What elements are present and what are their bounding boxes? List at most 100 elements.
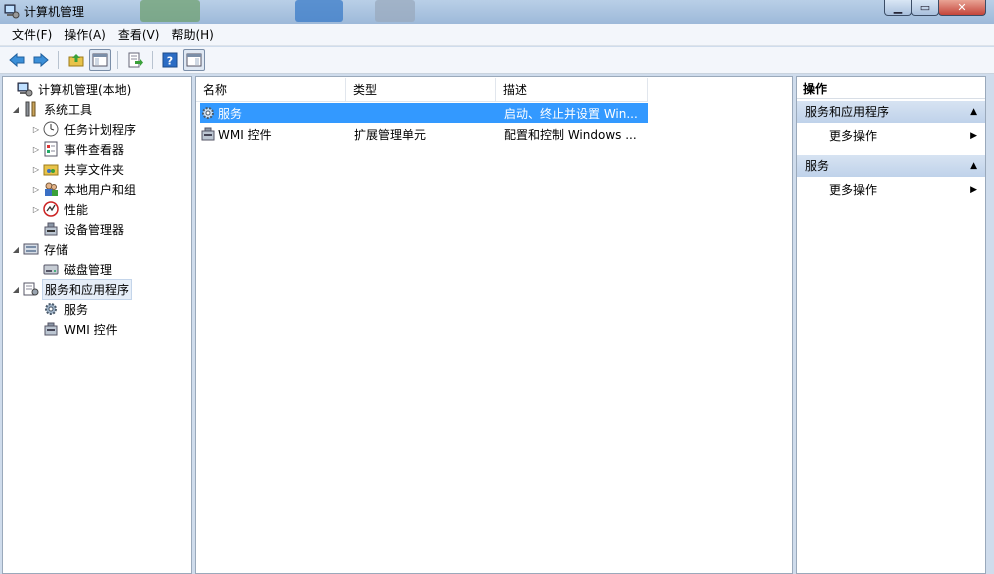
back-arrow-icon <box>9 52 25 68</box>
submenu-arrow-icon: ▶ <box>970 185 977 195</box>
show-hide-action-pane-icon <box>186 53 202 67</box>
tree-item-event-viewer[interactable]: ▷ 事件查看器 <box>31 139 126 159</box>
list-header: 名称 类型 描述 <box>196 78 648 102</box>
help-button[interactable]: ? <box>159 49 181 71</box>
action-section-title: 服务 <box>805 159 830 173</box>
tree-item-label: 服务 <box>64 302 89 317</box>
toolbar: ? <box>0 47 994 74</box>
toolbar-separator <box>58 51 59 69</box>
expand-triangle-icon[interactable]: ▷ <box>31 185 41 194</box>
forward-arrow-icon <box>33 52 49 68</box>
menu-bar: 文件(F) 操作(A) 查看(V) 帮助(H) <box>0 24 994 46</box>
row-description: 配置和控制 Windows ... <box>504 127 637 142</box>
submenu-arrow-icon: ▶ <box>970 131 977 141</box>
tree-item-storage[interactable]: ◢ 存储 <box>11 239 70 259</box>
action-section-services-and-applications[interactable]: 服务和应用程序 ▲ <box>797 101 985 123</box>
background-thumbnail <box>140 0 200 22</box>
event-viewer-icon <box>44 141 58 157</box>
expand-triangle-icon[interactable]: ▷ <box>31 165 41 174</box>
expand-triangle-icon[interactable]: ▷ <box>31 125 41 134</box>
menu-file[interactable]: 文件(F) <box>6 24 58 46</box>
tree-item-shared-folders[interactable]: ▷ 共享文件夹 <box>31 159 126 179</box>
row-type: 扩展管理单元 <box>354 127 427 142</box>
tree-item-label: 磁盘管理 <box>64 262 113 277</box>
expand-triangle-icon[interactable]: ▷ <box>31 205 41 214</box>
device-manager-icon <box>44 222 58 236</box>
results-pane: 名称 类型 描述 服务 启动、终止并设置 Win... WMI 控件 扩展管理单… <box>195 76 793 574</box>
computer-management-icon <box>4 4 20 19</box>
list-cell-name: WMI 控件 <box>200 126 350 143</box>
close-button[interactable]: ✕ <box>938 0 986 16</box>
collapse-up-icon[interactable]: ▲ <box>970 101 977 123</box>
tree-item-label: 设备管理器 <box>64 222 125 237</box>
show-hide-tree-button[interactable] <box>89 49 111 71</box>
gear-icon <box>202 107 214 119</box>
svg-text:?: ? <box>167 55 173 68</box>
title-bar: 计算机管理 ▁ ▭ ✕ <box>0 0 994 24</box>
more-actions-label: 更多操作 <box>829 129 878 143</box>
tree-item-label: WMI 控件 <box>64 322 118 337</box>
disk-icon <box>43 264 59 275</box>
services-apps-icon <box>23 282 39 296</box>
minimize-button[interactable]: ▁ <box>884 0 912 16</box>
export-list-button[interactable] <box>124 49 146 71</box>
row-description: 启动、终止并设置 Win... <box>504 106 638 121</box>
forward-button[interactable] <box>30 49 52 71</box>
more-actions-link[interactable]: 更多操作 ▶ <box>797 125 985 147</box>
action-section-title: 服务和应用程序 <box>805 105 890 119</box>
row-name: 服务 <box>218 106 243 121</box>
menu-action[interactable]: 操作(A) <box>58 24 112 46</box>
list-row[interactable]: 服务 启动、终止并设置 Win... <box>200 103 648 123</box>
window-title: 计算机管理 <box>24 5 85 19</box>
more-actions-link[interactable]: 更多操作 ▶ <box>797 179 985 201</box>
tree-item-label: 服务和应用程序 <box>42 278 133 300</box>
show-hide-tree-icon <box>92 53 108 67</box>
storage-icon <box>23 243 39 255</box>
back-button[interactable] <box>6 49 28 71</box>
tree-item-label: 事件查看器 <box>64 142 125 157</box>
maximize-button[interactable]: ▭ <box>911 0 939 16</box>
tree-item-label: 任务计划程序 <box>64 122 137 137</box>
menu-help[interactable]: 帮助(H) <box>165 24 219 46</box>
action-pane-title: 操作 <box>797 79 985 99</box>
collapse-triangle-icon[interactable]: ◢ <box>11 245 21 254</box>
up-folder-icon <box>68 54 84 67</box>
wmi-icon <box>44 322 58 336</box>
help-icon: ? <box>162 52 178 68</box>
tree-item-task-scheduler[interactable]: ▷ 任务计划程序 <box>31 119 138 139</box>
more-actions-label: 更多操作 <box>829 183 878 197</box>
collapse-up-icon[interactable]: ▲ <box>970 155 977 177</box>
collapse-triangle-icon[interactable]: ◢ <box>11 285 21 294</box>
list-row[interactable]: WMI 控件 扩展管理单元 配置和控制 Windows ... <box>200 124 648 144</box>
export-list-icon <box>128 52 143 68</box>
collapse-triangle-icon[interactable]: ◢ <box>11 105 21 114</box>
tree-item-label: 本地用户和组 <box>64 182 137 197</box>
tree-item-local-users-groups[interactable]: ▷ 本地用户和组 <box>31 179 138 199</box>
tree-item-services-and-applications[interactable]: ◢ 服务和应用程序 <box>11 278 133 300</box>
console-tree: 计算机管理(本地) ◢ 系统工具 ▷ 任务计划程序 ▷ 事件查看器 ▷ 共享文件… <box>2 76 192 574</box>
performance-icon <box>43 201 59 217</box>
row-name: WMI 控件 <box>218 127 272 142</box>
tree-item-device-manager[interactable]: 设备管理器 <box>31 219 126 239</box>
column-header-description[interactable]: 描述 <box>496 78 648 102</box>
tree-item-performance[interactable]: ▷ 性能 <box>31 199 90 219</box>
tree-item-label: 共享文件夹 <box>64 162 125 177</box>
up-one-level-button[interactable] <box>65 49 87 71</box>
column-header-type[interactable]: 类型 <box>346 78 496 102</box>
list-cell-name: 服务 <box>200 105 350 122</box>
tree-item-disk-management[interactable]: 磁盘管理 <box>31 259 114 279</box>
expand-triangle-icon[interactable]: ▷ <box>31 145 41 154</box>
tree-item-system-tools[interactable]: ◢ 系统工具 <box>11 99 94 119</box>
action-pane: 操作 服务和应用程序 ▲ 更多操作 ▶ 服务 ▲ 更多操作 ▶ <box>796 76 986 574</box>
menu-view[interactable]: 查看(V) <box>112 24 166 46</box>
background-thumbnail <box>295 0 343 22</box>
show-hide-action-pane-button[interactable] <box>183 49 205 71</box>
tree-item-services[interactable]: 服务 <box>31 299 90 319</box>
clock-icon <box>43 121 59 137</box>
gear-icon <box>45 303 57 315</box>
system-tools-icon <box>25 101 36 117</box>
action-section-services[interactable]: 服务 ▲ <box>797 155 985 177</box>
tree-item-computer-management[interactable]: 计算机管理(本地) <box>5 79 133 99</box>
tree-item-wmi-control[interactable]: WMI 控件 <box>31 319 120 339</box>
column-header-name[interactable]: 名称 <box>196 78 346 102</box>
